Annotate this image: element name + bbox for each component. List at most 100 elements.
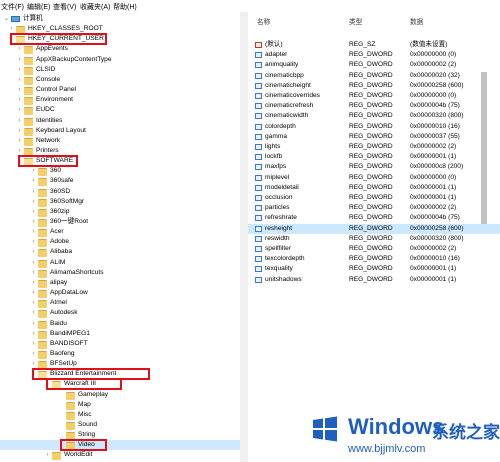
tree-scrollbar[interactable] [240,12,487,462]
tree-node[interactable]: Map [0,400,240,410]
tree-node[interactable]: String [0,430,240,441]
tree-node[interactable]: › AlimamaShortcuts [0,268,240,278]
value-row[interactable]: lockfb REG_DWORD 0x00000001 (1) [248,152,500,162]
value-row[interactable]: cinematicheight REG_DWORD 0x00000258 (600) [248,81,500,91]
value-row[interactable]: lights REG_DWORD 0x00000002 (2) [248,142,500,152]
chevron-right-icon[interactable]: › [30,288,37,298]
tree-node[interactable]: › Network [0,136,240,146]
tree-node[interactable]: › 360SD [0,187,240,197]
tree-node[interactable]: › BandiMPEG1 [0,329,240,339]
value-row[interactable]: cinematicwidth REG_DWORD 0x00000320 (800) [248,111,500,121]
tree-node[interactable]: › Adobe [0,237,240,248]
tree-node[interactable]: › Baofeng [0,349,240,359]
tree-node[interactable]: › AppDataLow [0,288,240,299]
tree-node[interactable]: Gameplay [0,390,240,400]
tree-node[interactable]: › 360SoftMgr [0,197,240,207]
chevron-right-icon[interactable]: › [30,197,37,207]
tree-node[interactable]: › Control Panel [0,85,240,96]
chevron-right-icon[interactable]: › [30,329,37,339]
chevron-right-icon[interactable]: › [16,44,23,54]
tree-node[interactable]: › Console [0,75,240,85]
chevron-right-icon[interactable]: › [30,268,37,278]
tree-node[interactable]: Video [0,440,240,451]
value-row[interactable]: reswidth REG_DWORD 0x00000320 (800) [248,234,500,244]
tree-node[interactable]: Misc [0,410,240,420]
chevron-right-icon[interactable]: › [30,349,37,359]
tree-node[interactable]: › 360safe [0,176,240,187]
chevron-right-icon[interactable]: › [44,450,51,460]
value-row[interactable]: modeldetail REG_DWORD 0x00000001 (1) [248,183,500,193]
value-row[interactable]: refreshrate REG_DWORD 0x0000004b (75) [248,213,500,223]
tree-node[interactable]: › Atmel [0,298,240,309]
value-row[interactable]: texquality REG_DWORD 0x00000001 (1) [248,264,500,274]
column-header-type[interactable]: 类型 [349,16,362,26]
menu-item[interactable]: 查看(V) [53,2,76,12]
value-row[interactable]: texcolordepth REG_DWORD 0x00000010 (16) [248,254,500,264]
column-header-name[interactable]: 名称 [257,16,270,26]
tree-node[interactable]: › AppEvents [0,44,240,55]
chevron-right-icon[interactable]: › [16,85,23,95]
value-row[interactable]: particles REG_DWORD 0x00000002 (2) [248,203,500,213]
chevron-down-icon[interactable]: ⌄ [3,14,10,24]
chevron-right-icon[interactable]: › [30,176,37,186]
value-row[interactable]: occlusion REG_DWORD 0x00000001 (1) [248,193,500,203]
value-row[interactable]: (默认) REG_SZ (数值未设置) [248,40,500,50]
tree-node[interactable]: › Autodesk [0,308,240,319]
menu-item[interactable]: 帮助(H) [113,2,137,12]
chevron-right-icon[interactable]: › [30,207,37,217]
tree-node[interactable]: › WorldEdit [0,450,240,461]
chevron-right-icon[interactable]: › [30,319,37,329]
value-row[interactable]: animquality REG_DWORD 0x00000002 (2) [248,60,500,70]
chevron-right-icon[interactable]: › [16,95,23,105]
chevron-right-icon[interactable]: › [30,227,37,237]
tree-node[interactable]: › AppXBackupContentType [0,55,240,65]
value-row[interactable]: spellfilter REG_DWORD 0x00000002 (2) [248,244,500,254]
tree-node[interactable]: › Keyboard Layout [0,126,240,136]
value-row[interactable]: miplevel REG_DWORD 0x00000000 (0) [248,173,500,183]
tree-node[interactable]: › ALIM [0,258,240,268]
chevron-right-icon[interactable]: › [30,247,37,257]
value-row[interactable]: maxfps REG_DWORD 0x000000c8 (200) [248,162,500,172]
chevron-right-icon[interactable]: › [30,339,37,349]
chevron-right-icon[interactable]: › [16,55,23,65]
tree-node[interactable]: › 360 [0,166,240,177]
tree-node[interactable]: › alipay [0,278,240,288]
tree-node[interactable]: › 360一键Root [0,217,240,227]
tree-node[interactable]: Sound [0,420,240,430]
chevron-right-icon[interactable]: › [30,237,37,247]
chevron-right-icon[interactable]: › [16,136,23,146]
value-row[interactable]: cinematicbpp REG_DWORD 0x00000020 (32) [248,71,500,81]
chevron-right-icon[interactable]: › [30,298,37,308]
value-row[interactable]: adapter REG_DWORD 0x00000000 (0) [248,50,500,60]
menu-item[interactable]: 文件(F) [1,2,24,12]
value-row[interactable]: cinematicrefresh REG_DWORD 0x0000004b (75) [248,101,500,111]
tree-node[interactable]: › BANDISOFT [0,339,240,349]
tree-node[interactable]: › Environment [0,95,240,106]
column-header-data[interactable]: 数据 [410,16,423,26]
value-row[interactable]: gamma REG_DWORD 0x00000037 (55) [248,132,500,142]
chevron-right-icon[interactable]: › [16,75,23,85]
menu-item[interactable]: 编辑(E) [27,2,50,12]
tree-node[interactable]: › Acer [0,227,240,238]
chevron-right-icon[interactable]: › [30,166,37,176]
value-row[interactable]: cinematicoverrides REG_DWORD 0x00000000 (0… [248,91,500,101]
tree-node[interactable]: › CLSID [0,65,240,75]
chevron-right-icon[interactable]: › [16,65,23,75]
tree-node[interactable]: › EUDC [0,105,240,116]
tree-node[interactable]: › Baidu [0,319,240,329]
tree-node[interactable]: ⌄ 计算机 [0,14,240,24]
chevron-right-icon[interactable]: › [16,116,23,126]
chevron-right-icon[interactable]: › [30,258,37,268]
chevron-right-icon[interactable]: › [30,308,37,318]
tree-node[interactable]: › Alibaba [0,247,240,258]
chevron-right-icon[interactable]: › [30,187,37,197]
chevron-right-icon[interactable]: › [16,105,23,115]
value-row[interactable]: unitshadows REG_DWORD 0x00000001 (1) [248,275,500,285]
tree-node[interactable]: › 360zip [0,207,240,217]
chevron-right-icon[interactable]: › [30,278,37,288]
value-row[interactable]: colordepth REG_DWORD 0x00000010 (16) [248,122,500,132]
tree-node[interactable]: › Identities [0,116,240,126]
value-row[interactable]: resheight REG_DWORD 0x00000258 (600) [248,223,500,234]
chevron-right-icon[interactable]: › [16,126,23,136]
menu-item[interactable]: 收藏夹(A) [80,2,110,12]
